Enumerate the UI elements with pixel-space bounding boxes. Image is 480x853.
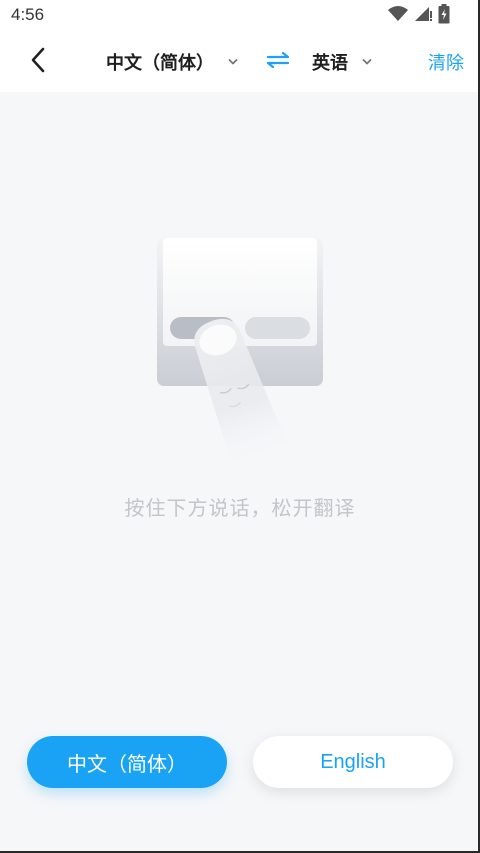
source-button-label: 中文（简体） [67, 751, 187, 776]
press-to-talk-hint: 按住下方说话，松开翻译 [124, 496, 356, 520]
back-button[interactable] [22, 46, 54, 78]
swap-languages-button[interactable] [264, 48, 292, 76]
status-bar: 4:56 [0, 0, 480, 32]
chevron-down-icon [362, 58, 372, 66]
target-language-select[interactable]: 英语 [312, 48, 372, 76]
chevron-down-icon [228, 58, 238, 66]
source-language-select[interactable]: 中文（简体） [106, 48, 238, 76]
signal-icon [414, 6, 432, 26]
press-to-talk-illustration [150, 230, 335, 480]
speak-target-language-button[interactable]: English [253, 736, 453, 788]
target-language-label: 英语 [312, 53, 348, 74]
target-button-label: English [320, 750, 386, 773]
header-bar: 中文（简体） 英语 清除 [0, 32, 480, 92]
status-time: 4:56 [11, 5, 45, 24]
back-arrow-icon [30, 47, 46, 77]
clear-button[interactable]: 清除 [428, 49, 464, 75]
voice-translate-screen: 4:56 中文（简体） 英语 清除 按住下方说话，松开翻译 中文（简体） Eng… [0, 0, 480, 853]
status-icons [388, 4, 450, 28]
source-language-label: 中文（简体） [106, 53, 214, 74]
speak-source-language-button[interactable]: 中文（简体） [27, 736, 227, 788]
wifi-icon [388, 6, 408, 26]
swap-icon [266, 51, 290, 72]
battery-icon [438, 4, 450, 28]
